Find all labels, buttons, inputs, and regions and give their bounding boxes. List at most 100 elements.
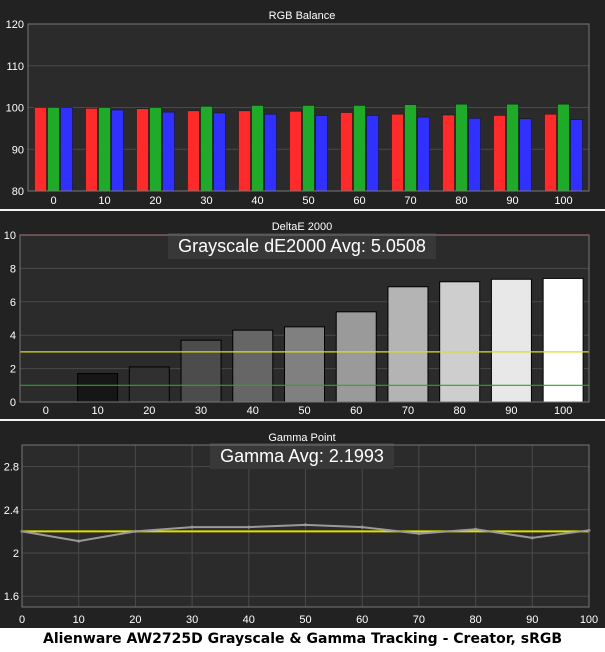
gamma-point (360, 525, 364, 529)
rgb-bar (366, 115, 379, 192)
rgb-bar (506, 103, 519, 192)
rgb-bar (149, 107, 162, 192)
x-tick-label: 30 (200, 195, 212, 207)
x-tick-label: 70 (402, 405, 414, 417)
x-tick-label: 50 (299, 614, 311, 626)
gamma-point (474, 527, 478, 531)
rgb-bar (238, 110, 251, 192)
figure-caption: Alienware AW2725D Grayscale & Gamma Trac… (42, 631, 563, 647)
rgb-bar (353, 105, 366, 192)
x-tick-label: 60 (356, 614, 368, 626)
x-tick-label: 10 (91, 405, 103, 417)
x-tick-label: 20 (129, 614, 141, 626)
x-tick-label: 100 (554, 195, 572, 207)
x-tick-label: 90 (526, 614, 538, 626)
rgb-bar (85, 108, 98, 192)
y-tick-label: 90 (12, 144, 24, 156)
x-tick-label: 80 (454, 405, 466, 417)
rgb-bar (187, 110, 200, 192)
deltae-bar (490, 278, 532, 403)
x-tick-label: 100 (554, 405, 572, 417)
deltae-bar (180, 339, 222, 403)
deltae-bar (284, 326, 325, 403)
rgb-bar (557, 103, 570, 192)
rgb-bar (404, 104, 417, 192)
deltae-bar (542, 277, 584, 403)
deltae-title: DeltaE 2000 (272, 221, 333, 233)
x-tick-label: 0 (43, 405, 49, 417)
x-tick-label: 90 (505, 405, 517, 417)
x-tick-label: 50 (298, 405, 310, 417)
y-tick-label: 8 (10, 263, 16, 275)
rgb-bar (519, 118, 532, 192)
y-tick-label: 100 (6, 103, 24, 115)
gamma-title: Gamma Point (268, 432, 335, 444)
x-tick-label: 40 (247, 405, 259, 417)
y-tick-label: 4 (10, 330, 16, 342)
gamma-point (133, 529, 137, 533)
rgb-bar (455, 103, 468, 192)
x-tick-label: 60 (353, 195, 365, 207)
rgb-bar (493, 115, 506, 192)
y-tick-label: 10 (4, 230, 16, 242)
y-tick-label: 120 (6, 19, 24, 31)
rgb-bar (391, 113, 404, 192)
x-tick-label: 80 (469, 614, 481, 626)
rgb-bar (264, 113, 277, 192)
x-tick-label: 90 (506, 195, 518, 207)
rgb-bar (251, 105, 264, 192)
x-tick-label: 0 (50, 195, 56, 207)
calibration-chart-figure: RGB Balance80901001101200 10 20 30 40 50 60 70 8… (0, 0, 605, 628)
rgb-bar (315, 115, 328, 192)
panel-separator (0, 419, 605, 421)
x-tick-label: 70 (404, 195, 416, 207)
y-tick-label: 2 (13, 548, 19, 560)
gamma-point (417, 532, 421, 536)
rgb-bar (340, 112, 353, 192)
rgb-bar (136, 108, 149, 192)
rgb-bar (442, 114, 455, 192)
x-tick-label: 0 (19, 614, 25, 626)
rgb-bar (417, 116, 430, 192)
rgb-bar (213, 112, 226, 192)
y-tick-label: 2 (10, 364, 16, 376)
x-tick-label: 10 (98, 195, 110, 207)
rgb-bar (34, 107, 47, 192)
rgb-bar (60, 107, 73, 192)
gamma-point (77, 539, 81, 543)
deltae-bar (335, 311, 377, 403)
rgb-bar (200, 105, 213, 192)
x-tick-label: 100 (580, 614, 598, 626)
rgb-bar (98, 107, 111, 192)
rgb-bar (570, 119, 583, 192)
deltae-bar (128, 366, 170, 403)
rgb-bar (289, 111, 302, 192)
gamma-point (304, 523, 307, 527)
y-tick-label: 0 (10, 397, 16, 409)
x-tick-label: 50 (302, 195, 314, 207)
x-tick-label: 20 (143, 405, 155, 417)
deltae-average-annotation: Grayscale dE2000 Avg: 5.0508 (178, 236, 426, 256)
y-tick-label: 110 (6, 61, 24, 73)
deltae-bar (439, 281, 481, 403)
x-tick-label: 80 (455, 195, 467, 207)
rgb-bar (302, 105, 315, 192)
y-tick-label: 6 (10, 297, 16, 309)
x-tick-label: 40 (243, 614, 255, 626)
gamma-point (247, 525, 251, 529)
y-tick-label: 2.4 (4, 505, 19, 517)
y-tick-label: 1.6 (4, 591, 19, 603)
gamma-average-annotation: Gamma Avg: 2.1993 (220, 446, 384, 466)
y-tick-label: 80 (12, 186, 24, 198)
x-tick-label: 40 (251, 195, 263, 207)
rgb-balance-title: RGB Balance (269, 10, 336, 22)
gamma-point (530, 536, 534, 540)
panel-separator (0, 209, 605, 211)
deltae-bar (232, 329, 274, 403)
rgb-bar (544, 113, 557, 192)
rgb-bar (111, 109, 124, 192)
x-tick-label: 20 (149, 195, 161, 207)
rgb-bar (468, 118, 481, 192)
x-tick-label: 10 (73, 614, 85, 626)
x-tick-label: 30 (186, 614, 198, 626)
